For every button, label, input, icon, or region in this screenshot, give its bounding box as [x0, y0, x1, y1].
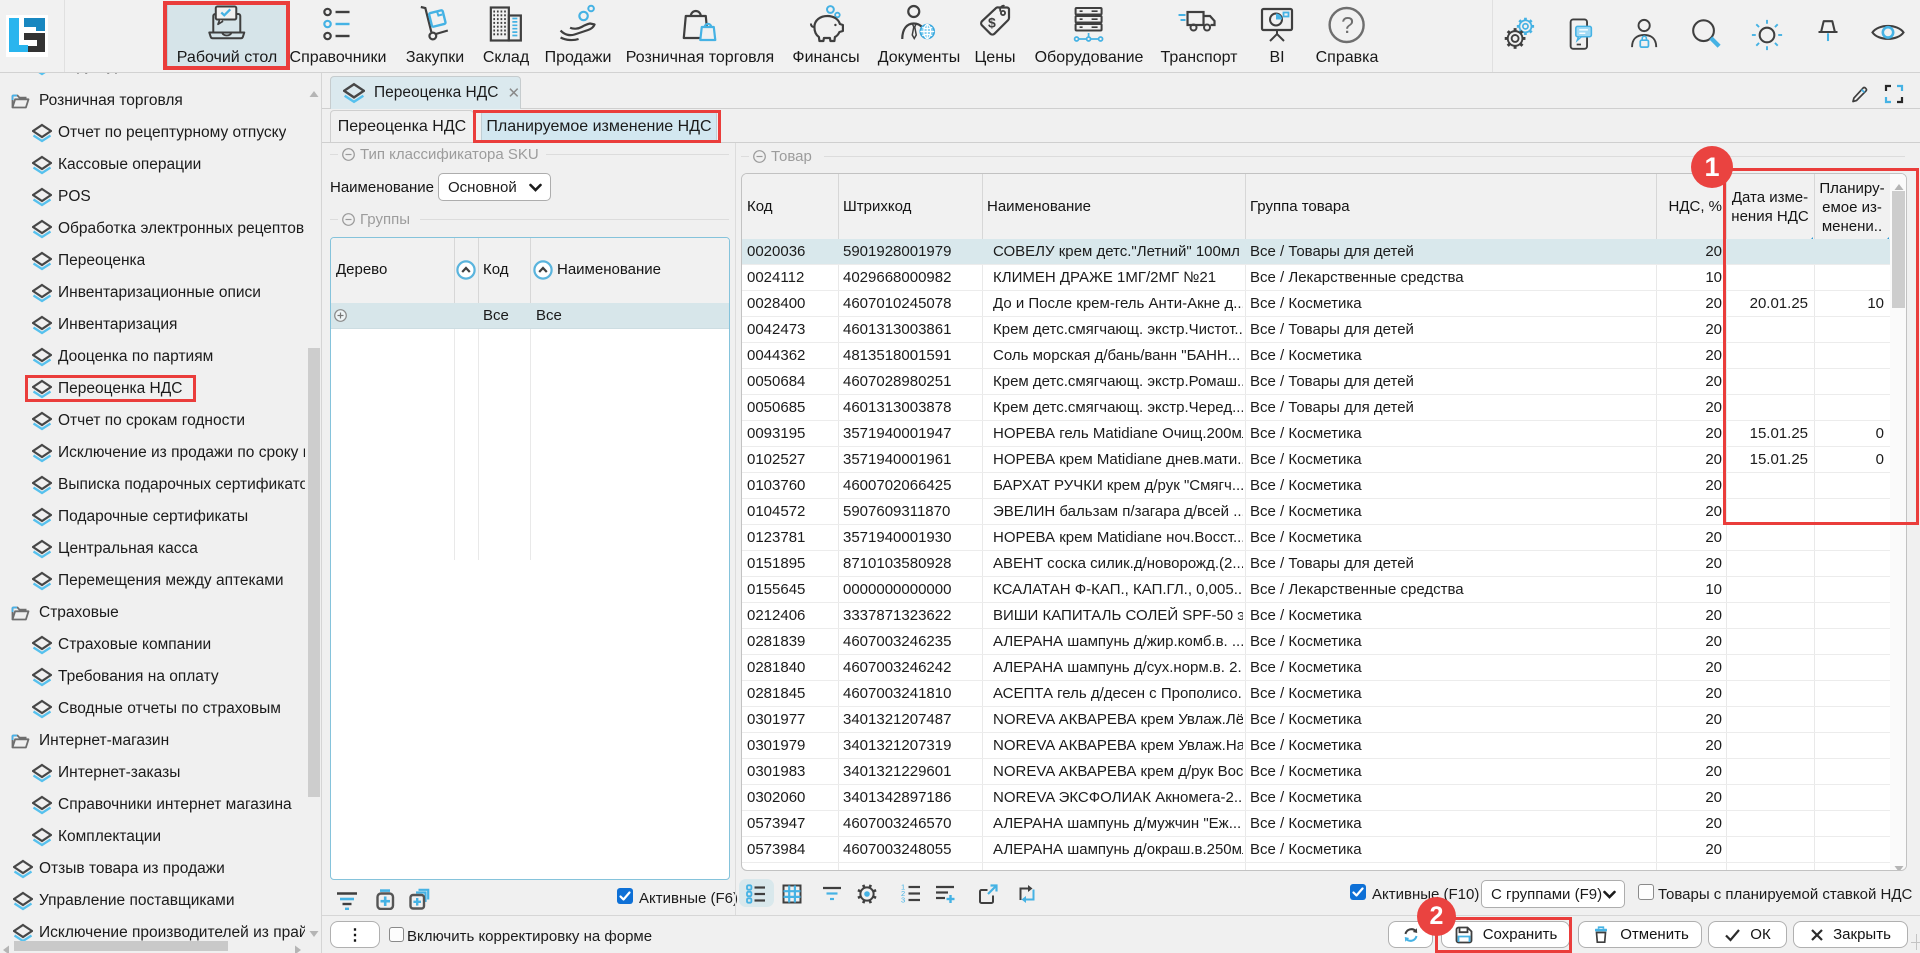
- svg-text:$: $: [988, 15, 996, 31]
- svg-text:3: 3: [901, 896, 905, 905]
- svg-text:?: ?: [1341, 12, 1354, 38]
